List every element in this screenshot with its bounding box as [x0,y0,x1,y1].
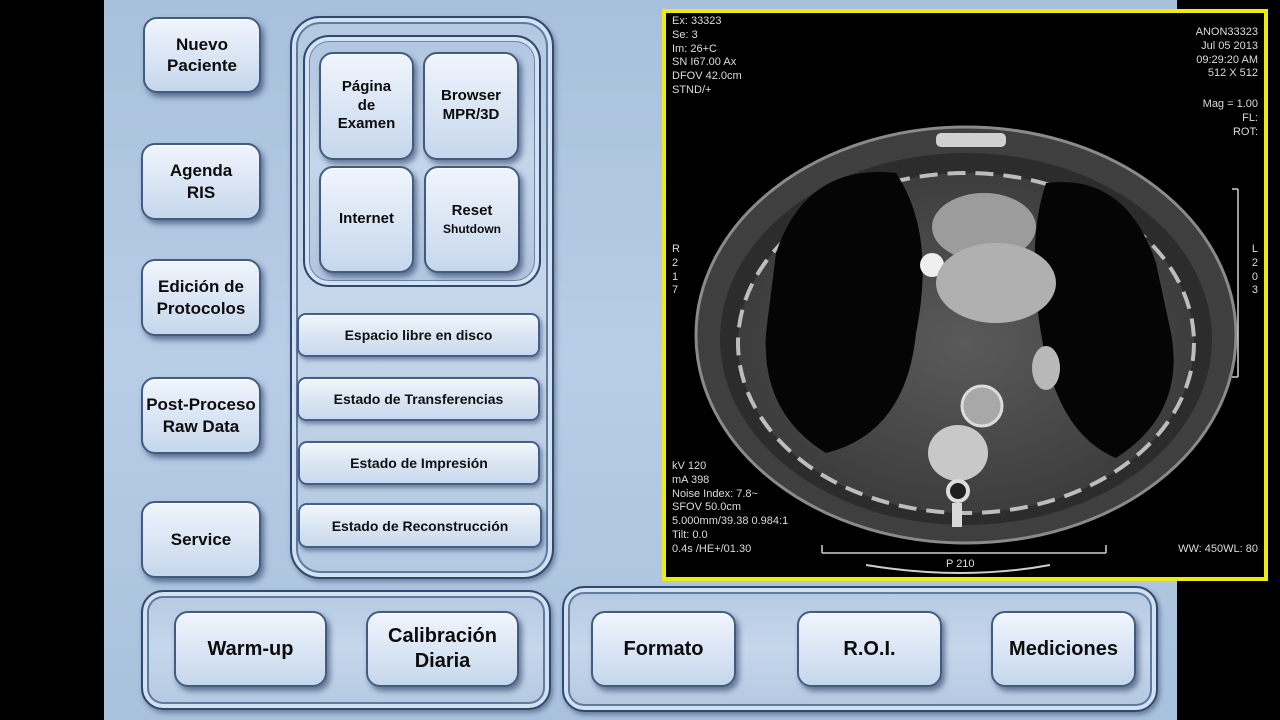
overlay-ma: mA 398 [672,473,710,486]
warm-up-button[interactable]: Warm-up [174,611,327,687]
overlay-fl: FL: [1242,111,1258,124]
orientation-left-3: 1 [672,270,679,283]
reset-shutdown-button[interactable]: Reset Shutdown [424,166,520,273]
orientation-right-2: 2 [1251,256,1258,269]
estado-reconstruccion-button[interactable]: Estado de Reconstrucción [298,503,542,548]
formato-button[interactable]: Formato [591,611,736,687]
pagina-examen-button[interactable]: Página de Examen [319,52,414,160]
spinal-canal [946,479,970,503]
ct-console-window: Nuevo Paciente Agenda RIS Edición de Pro… [104,0,1268,720]
mediciones-label: Mediciones [1009,637,1118,660]
calibracion-diaria-button[interactable]: Calibración Diaria [366,611,519,687]
overlay-top-right-2: Mag = 1.00 FL: ROT: [1203,98,1258,139]
overlay-matrix: 512 X 512 [1207,67,1258,80]
overlay-kv: kV 120 [672,460,707,472]
browser-mpr-label-1: Browser [440,87,502,105]
ct-image-viewer[interactable]: Ex: 33323 Se: 3 Im: 26+C SN I67.00 Ax DF… [662,9,1268,581]
post-proceso-button[interactable]: Post-Proceso Raw Data [141,377,261,454]
mediciones-button[interactable]: Mediciones [991,611,1136,687]
descending-aorta [960,384,1004,428]
overlay-sn: SN I67.00 Ax [672,56,737,69]
overlay-top-left: Ex: 33323 Se: 3 Im: 26+C SN I67.00 Ax DF… [672,15,742,98]
browser-mpr-label-2: MPR/3D [442,106,500,123]
overlay-noise: Noise Index: 7.8~ [672,487,758,500]
calibracion-label-2: Diaria [414,650,471,672]
overlay-window-level: WW: 450WL: 80 [1178,543,1258,557]
calibracion-label-1: Calibración [388,625,497,647]
horizontal-scale [821,545,1107,554]
edicion-protocolos-label-2: Protocolos [156,298,246,318]
overlay-mag: Mag = 1.00 [1202,98,1258,110]
roi-button[interactable]: R.O.I. [797,611,942,687]
espacio-libre-disco-button[interactable]: Espacio libre en disco [297,313,540,357]
estado-transferencias-button[interactable]: Estado de Transferencias [297,377,540,421]
overlay-time: 09:29:20 AM [1196,53,1258,66]
overlay-position: P 210 [946,558,975,572]
formato-label: Formato [623,637,704,660]
nuevo-paciente-label-1: Nuevo [176,34,228,54]
impresion-label: Estado de Impresión [350,455,488,471]
orientation-left-2: 2 [672,256,679,269]
nuevo-paciente-label-2: Paciente [167,56,237,75]
overlay-ex: Ex: 33323 [672,15,722,27]
overlay-stnd: STND/+ [672,83,712,96]
agenda-ris-button[interactable]: Agenda RIS [141,143,261,220]
vertebral-body [928,425,988,481]
vessel-left [1032,346,1060,390]
reset-label: Reset [451,201,493,219]
post-proceso-label-1: Post-Proceso [146,395,256,415]
overlay-thickness: 5.000mm/39.38 0.984:1 [672,515,789,528]
pagina-examen-label-1: Página [341,77,392,95]
overlay-se: Se: 3 [672,28,698,41]
orientation-left-0: R [672,243,680,255]
orientation-right: L 2 0 3 [1252,243,1258,298]
overlay-dfov: DFOV 42.0cm [672,70,742,83]
window-level-value: WW: 450WL: 80 [1178,543,1258,555]
roi-label: R.O.I. [843,637,896,660]
nuevo-paciente-button[interactable]: Nuevo Paciente [143,17,261,93]
pagina-examen-label-3: Examen [337,115,396,133]
warm-up-label: Warm-up [207,637,294,660]
orientation-right-4: 3 [1251,284,1258,297]
overlay-top-right: ANON33323 Jul 05 2013 09:29:20 AM 512 X … [1196,26,1258,81]
overlay-bottom-left: kV 120 mA 398 Noise Index: 7.8~ SFOV 50.… [672,460,788,557]
post-proceso-label-2: Raw Data [162,416,240,436]
service-button[interactable]: Service [141,501,261,578]
sternum [936,133,1006,147]
position-value: P 210 [946,558,975,570]
browser-mpr-button[interactable]: Browser MPR/3D [423,52,519,160]
overlay-tilt: Tilt: 0.0 [672,528,708,541]
overlay-patient-id: ANON33323 [1195,26,1258,38]
espacio-label: Espacio libre en disco [344,327,493,343]
internet-button[interactable]: Internet [319,166,414,273]
internet-label: Internet [338,210,394,228]
service-label: Service [170,529,232,549]
overlay-date: Jul 05 2013 [1201,39,1258,52]
orientation-right-0: L [1251,243,1258,255]
orientation-left: R 2 1 7 [672,243,680,298]
spinous-process [952,503,962,527]
heart [936,243,1056,323]
estado-impresion-button[interactable]: Estado de Impresión [298,441,540,485]
overlay-rotation-time: 0.4s /HE+/01.30 [672,542,752,555]
overlay-im: Im: 26+C [672,42,717,55]
overlay-sfov: SFOV 50.0cm [672,501,742,514]
reconstruccion-label: Estado de Reconstrucción [331,517,509,534]
agenda-ris-label-1: Agenda [169,161,233,181]
edicion-protocolos-label-1: Edición de [158,277,244,297]
transferencias-label: Estado de Transferencias [333,391,504,407]
orientation-right-3: 0 [1251,270,1258,283]
agenda-ris-label-2: RIS [186,182,216,202]
overlay-rot: ROT: [1232,125,1258,138]
edicion-protocolos-button[interactable]: Edición de Protocolos [141,259,261,336]
shutdown-label: Shutdown [443,222,501,237]
orientation-left-4: 7 [672,284,679,297]
pagina-examen-label-2: de [357,96,376,114]
